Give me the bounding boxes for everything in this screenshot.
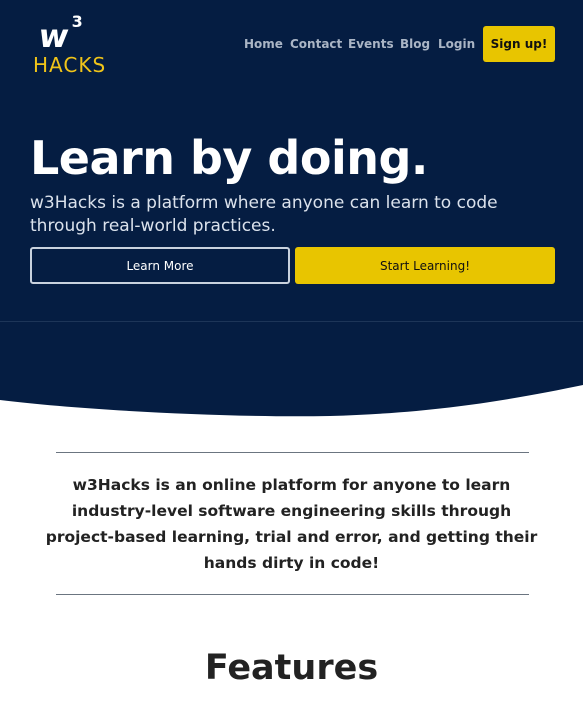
hero-wave-divider xyxy=(0,385,583,440)
nav-home-link[interactable]: Home xyxy=(244,36,283,52)
logo-superscript: 3 xyxy=(71,12,83,31)
learn-more-button[interactable]: Learn More xyxy=(30,247,290,284)
nav-contact-link[interactable]: Contact xyxy=(290,36,342,52)
hero-title: Learn by doing. xyxy=(30,131,428,185)
about-bottom-rule xyxy=(56,594,529,595)
features-heading: Features xyxy=(204,648,379,688)
start-learning-button[interactable]: Start Learning! xyxy=(295,247,555,284)
logo-wordmark: HACKS xyxy=(33,53,107,77)
signup-button[interactable]: Sign up! xyxy=(483,26,555,62)
hero-subtitle: w3Hacks is a platform where anyone can l… xyxy=(30,193,498,236)
about-text: w3Hacks is an online platform for anyone… xyxy=(45,476,538,572)
nav-login-link[interactable]: Login xyxy=(438,36,475,52)
hero-divider-line xyxy=(0,321,583,322)
nav-events-link[interactable]: Events xyxy=(348,36,394,52)
about-top-rule xyxy=(56,452,529,453)
nav-blog-link[interactable]: Blog xyxy=(400,36,430,52)
